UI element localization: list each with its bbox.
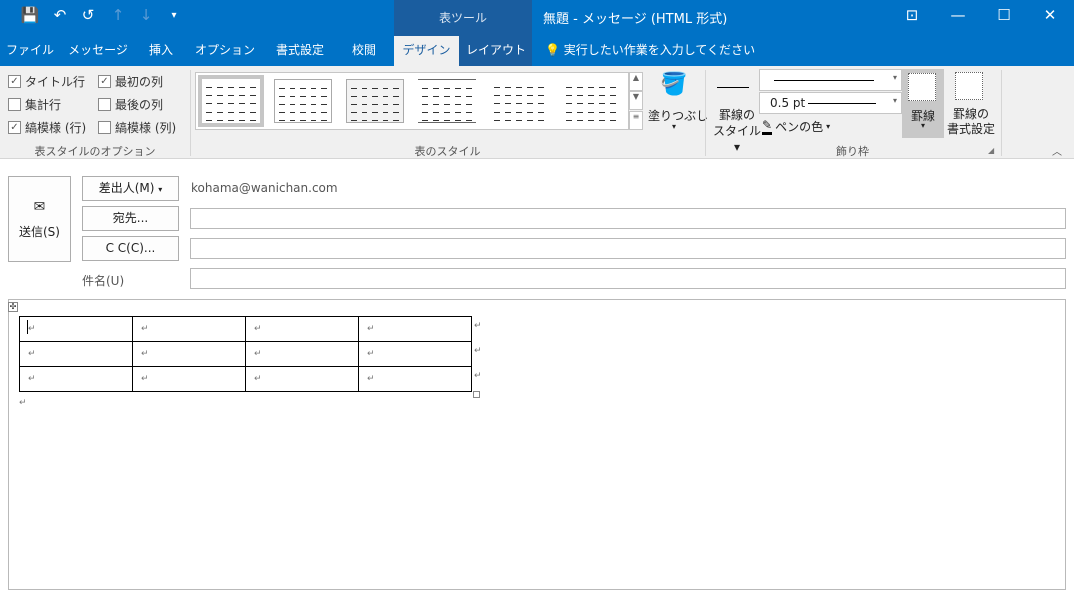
table-cell[interactable]: ↵ bbox=[19, 366, 133, 392]
checkbox-banded-rows[interactable]: ✓ 縞模様 (行) bbox=[8, 119, 86, 136]
gallery-scroll-up[interactable]: ▲ bbox=[629, 72, 643, 91]
table-cell[interactable]: ↵ bbox=[245, 316, 359, 342]
table-row: ↵ ↵ ↵ ↵ bbox=[19, 366, 472, 392]
from-button[interactable]: 差出人(M) ▾ bbox=[82, 176, 179, 201]
tab-insert[interactable]: 挿入 bbox=[136, 36, 186, 66]
table-style-gallery bbox=[195, 72, 629, 130]
to-button[interactable]: 宛先... bbox=[82, 206, 179, 231]
separator bbox=[1001, 70, 1002, 156]
style-list[interactable] bbox=[490, 79, 548, 123]
customize-icon[interactable]: ▾ bbox=[164, 10, 184, 21]
table-cell[interactable]: ↵ bbox=[132, 366, 246, 392]
line-style-dropdown[interactable]: ▾ bbox=[759, 69, 902, 91]
tab-review[interactable]: 校閲 bbox=[338, 36, 390, 66]
border-style-line-icon bbox=[717, 87, 749, 88]
minimize-icon[interactable]: — bbox=[948, 6, 968, 24]
checkbox-last-column[interactable]: 最後の列 bbox=[98, 96, 163, 113]
down-icon[interactable]: ↓ bbox=[136, 6, 156, 24]
tab-message[interactable]: メッセージ bbox=[62, 36, 134, 66]
save-icon[interactable]: 💾 bbox=[20, 6, 40, 24]
table-cell[interactable]: ↵ bbox=[245, 366, 359, 392]
paragraph-mark: ↵ bbox=[19, 398, 27, 408]
lightbulb-icon: 💡 bbox=[545, 43, 560, 57]
table-cell[interactable]: ↵ bbox=[19, 316, 133, 342]
tab-options[interactable]: オプション bbox=[188, 36, 262, 66]
table-cell[interactable]: ↵ bbox=[132, 316, 246, 342]
redo-icon[interactable]: ↺ bbox=[78, 6, 98, 24]
gallery-more[interactable]: ≡ bbox=[629, 111, 643, 130]
table-row: ↵ ↵ ↵ ↵ bbox=[19, 341, 472, 367]
checkbox-header-row[interactable]: ✓ タイトル行 bbox=[8, 73, 85, 90]
tab-design[interactable]: デザイン bbox=[394, 36, 459, 66]
send-button[interactable]: ✉ 送信(S) bbox=[8, 176, 71, 262]
to-field[interactable] bbox=[190, 208, 1066, 229]
group-label-table-styles: 表のスタイル bbox=[414, 145, 481, 158]
chevron-down-icon[interactable]: ▾ bbox=[672, 122, 676, 131]
table-cell[interactable]: ↵ bbox=[358, 341, 472, 367]
group-label-borders: 飾り枠 bbox=[836, 145, 869, 158]
gallery-scroll-down[interactable]: ▼ bbox=[629, 91, 643, 110]
borders-grid-icon bbox=[908, 73, 936, 101]
line-weight-dropdown[interactable]: 0.5 pt ▾ bbox=[759, 92, 902, 114]
group-label-style-options: 表スタイルのオプション bbox=[34, 145, 156, 158]
table-cell[interactable]: ↵ bbox=[358, 366, 472, 392]
up-icon[interactable]: ↑ bbox=[108, 6, 128, 24]
checkbox-total-row[interactable]: 集計行 bbox=[8, 96, 61, 113]
table-cell[interactable]: ↵ bbox=[245, 341, 359, 367]
table-cell[interactable]: ↵ bbox=[358, 316, 472, 342]
pen-icon: ✎ bbox=[762, 118, 773, 135]
pen-color-button[interactable]: ✎ ペンの色 ▾ bbox=[762, 118, 830, 135]
style-grid-selected[interactable] bbox=[198, 75, 264, 127]
subject-label: 件名(U) bbox=[82, 274, 125, 288]
from-address: kohama@wanichan.com bbox=[191, 181, 338, 195]
table-cell[interactable]: ↵ bbox=[132, 341, 246, 367]
table-resize-handle[interactable] bbox=[473, 391, 480, 398]
undo-icon[interactable]: ↶ bbox=[50, 6, 70, 24]
send-envelope-icon: ✉ bbox=[33, 199, 46, 215]
row-end-mark: ↵ bbox=[474, 321, 482, 331]
collapse-ribbon-icon[interactable]: ︿ bbox=[1052, 143, 1062, 158]
shading-button[interactable]: 塗りつぶし bbox=[648, 107, 708, 124]
window-title: 無題 - メッセージ (HTML 形式) bbox=[543, 12, 728, 27]
cc-button[interactable]: C C(C)... bbox=[82, 236, 179, 261]
dialog-launcher-icon[interactable]: ◢ bbox=[988, 146, 994, 155]
style-plain[interactable] bbox=[418, 79, 476, 123]
style-light-grid[interactable] bbox=[274, 79, 332, 123]
table-cell[interactable]: ↵ bbox=[19, 341, 133, 367]
tab-file[interactable]: ファイル bbox=[0, 36, 60, 66]
subject-field[interactable] bbox=[190, 268, 1066, 289]
tab-layout[interactable]: レイアウト bbox=[461, 36, 531, 66]
text-cursor bbox=[27, 320, 28, 334]
tab-format[interactable]: 書式設定 bbox=[264, 36, 336, 66]
close-icon[interactable]: ✕ bbox=[1040, 6, 1060, 24]
table-move-handle-icon[interactable]: ✣ bbox=[8, 302, 18, 312]
borders-button[interactable]: 罫線 ▾ bbox=[902, 69, 944, 138]
maximize-icon[interactable]: ☐ bbox=[994, 6, 1014, 24]
style-banded[interactable] bbox=[562, 79, 620, 123]
row-end-mark: ↵ bbox=[474, 346, 482, 356]
ribbon-display-icon[interactable]: ⊡ bbox=[902, 6, 922, 24]
border-painter-icon bbox=[955, 72, 983, 100]
checkbox-first-column[interactable]: ✓ 最初の列 bbox=[98, 73, 163, 90]
checkbox-banded-columns[interactable]: 縞模様 (列) bbox=[98, 119, 176, 136]
paint-bucket-icon[interactable]: 🪣 bbox=[660, 72, 687, 97]
style-banded-grid[interactable] bbox=[346, 79, 404, 123]
tell-me-text: 実行したい作業を入力してください bbox=[563, 43, 756, 57]
inserted-table[interactable]: ↵ ↵ ↵ ↵ ↵ ↵ ↵ ↵ ↵ ↵ ↵ ↵ bbox=[19, 316, 472, 392]
cc-field[interactable] bbox=[190, 238, 1066, 259]
row-end-mark: ↵ bbox=[474, 371, 482, 381]
table-row: ↵ ↵ ↵ ↵ bbox=[19, 316, 472, 342]
tell-me[interactable]: 💡 実行したい作業を入力してください bbox=[545, 36, 755, 66]
border-painter-button[interactable]: 罫線の 書式設定 bbox=[944, 107, 998, 137]
context-tab-label: 表ツール bbox=[438, 11, 487, 25]
